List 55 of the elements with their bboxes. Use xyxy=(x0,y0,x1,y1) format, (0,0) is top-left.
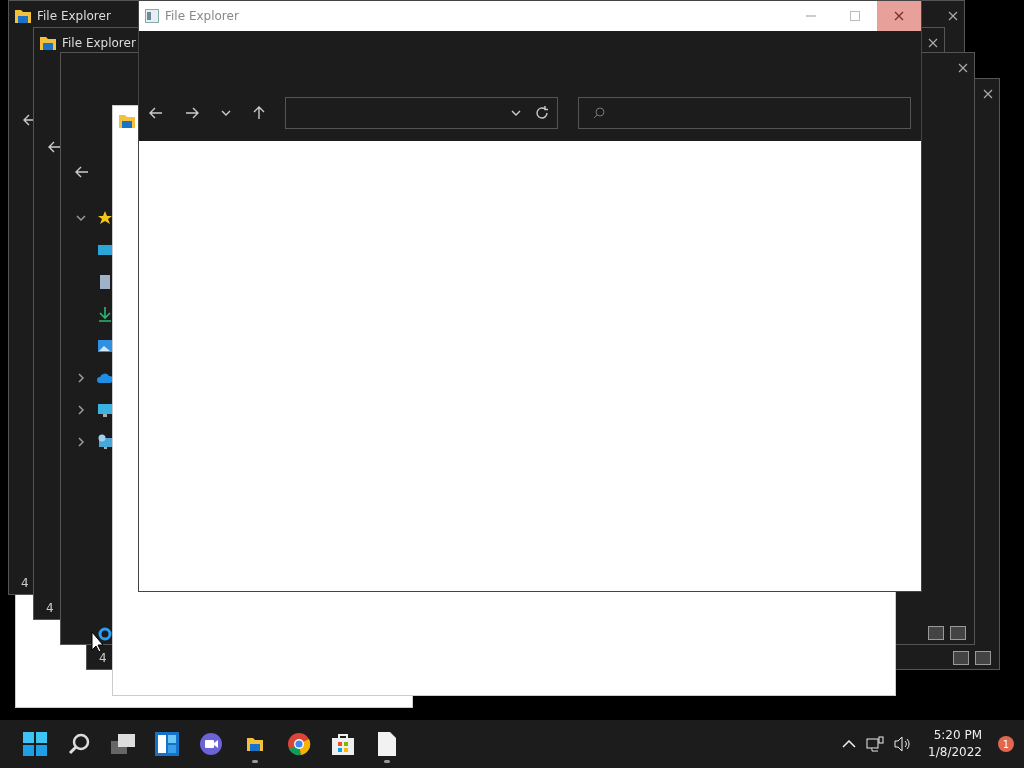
window-title: File Explorer xyxy=(62,36,136,50)
back-arrow-icon[interactable] xyxy=(48,141,62,153)
task-view-icon[interactable] xyxy=(111,733,135,755)
close-icon xyxy=(894,11,904,21)
browser-icon[interactable] xyxy=(287,732,311,756)
download-icon xyxy=(98,306,112,322)
clock[interactable]: 5:20 PM 1/8/2022 xyxy=(922,727,988,761)
refresh-icon[interactable] xyxy=(534,106,549,120)
network-icon[interactable] xyxy=(866,736,885,752)
chevron-icon[interactable] xyxy=(510,110,521,116)
chat-icon[interactable] xyxy=(199,732,223,756)
folder-icon xyxy=(15,9,31,23)
status-text: 4 xyxy=(21,576,29,590)
details-view-icon[interactable] xyxy=(953,651,969,665)
widgets-icon[interactable] xyxy=(155,732,179,756)
back-arrow-icon[interactable] xyxy=(149,107,163,119)
chevron-icon[interactable] xyxy=(221,110,231,116)
minimize-icon xyxy=(806,15,816,17)
desktop-icon xyxy=(98,245,112,255)
tiles-view-icon[interactable] xyxy=(975,651,991,665)
folder-icon xyxy=(247,737,263,751)
search-icon[interactable] xyxy=(68,733,90,755)
status-text: 4 xyxy=(99,651,107,665)
start-icon[interactable] xyxy=(23,732,47,756)
store-icon[interactable] xyxy=(331,732,355,756)
close-icon xyxy=(983,89,993,99)
search-field[interactable] xyxy=(577,97,911,129)
close-icon xyxy=(948,11,958,21)
status-text: 4 xyxy=(46,601,54,615)
folder-icon xyxy=(119,114,135,128)
chevron-up-icon[interactable] xyxy=(842,740,857,748)
close-icon xyxy=(958,63,968,73)
network-icon xyxy=(98,434,112,449)
window-title: File Explorer xyxy=(165,9,239,23)
window-title: File Explorer xyxy=(37,9,111,23)
cloud-icon xyxy=(97,373,113,383)
address-field[interactable] xyxy=(285,97,558,129)
monitor-icon xyxy=(98,404,112,417)
running-indicator xyxy=(384,760,390,763)
folder-icon xyxy=(40,36,56,50)
running-indicator xyxy=(252,760,258,763)
up-arrow-icon[interactable] xyxy=(253,106,265,120)
picture-icon xyxy=(98,340,112,352)
speaker-icon[interactable] xyxy=(894,736,913,752)
forward-arrow-icon[interactable] xyxy=(185,107,199,119)
window-app-icon xyxy=(145,9,159,23)
close-icon xyxy=(928,38,938,48)
document-icon[interactable] xyxy=(378,732,396,756)
tiles-view-icon[interactable] xyxy=(950,626,966,640)
star-icon xyxy=(98,211,112,224)
document-icon xyxy=(100,275,110,289)
back-arrow-icon[interactable] xyxy=(75,166,89,178)
search-icon xyxy=(592,107,605,119)
maximize-icon xyxy=(850,11,860,21)
details-view-icon[interactable] xyxy=(928,626,944,640)
